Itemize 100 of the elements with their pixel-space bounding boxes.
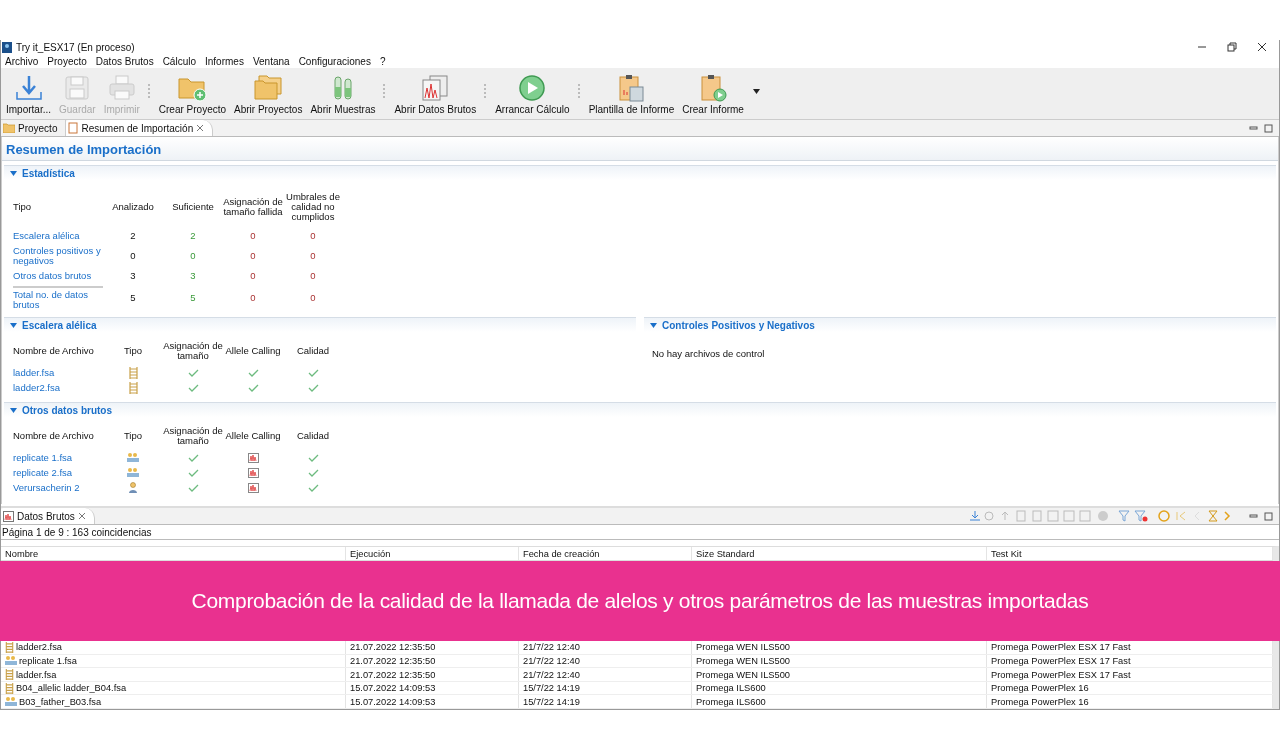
count-cell-text: 0: [310, 269, 316, 284]
type-link[interactable]: Total no. de datos brutos: [13, 286, 103, 311]
empty-message: No hay archivos de control: [651, 347, 766, 362]
column-header: Analizado: [112, 202, 154, 215]
menu-item[interactable]: Archivo: [5, 55, 39, 67]
column-header[interactable]: Nombre: [1, 547, 346, 561]
count-cell-text: 0: [250, 249, 256, 264]
window-title: Try it_ESX17 (En proceso): [16, 41, 135, 53]
table-cell: 21.07.2022 12:35:50: [346, 668, 519, 681]
table-cell: 15.07.2022 14:09:53: [346, 695, 519, 708]
menu-item[interactable]: Proyecto: [47, 55, 87, 67]
column-header: Asignación de tamaño: [163, 341, 223, 364]
count-cell-text: 0: [250, 229, 256, 244]
restore-icon[interactable]: [1227, 42, 1237, 53]
toolbar-button[interactable]: Arrancar Cálculo: [492, 74, 573, 116]
maximize-view-icon[interactable]: [1264, 123, 1273, 133]
chart-documents-icon: [420, 74, 451, 103]
toolbar-button[interactable]: Abrir Datos Brutos: [391, 74, 480, 116]
column-header[interactable]: Ejecución: [346, 547, 519, 561]
count-cell-text: 0: [310, 229, 316, 244]
column-header: Calidad: [296, 346, 330, 359]
caret-icon: [10, 170, 17, 176]
people-icon: [127, 453, 139, 463]
ladder-icon: [128, 381, 138, 394]
count-cell-text: 0: [310, 291, 316, 306]
column-header: Asignación de tamaño: [163, 426, 223, 449]
editor-tab[interactable]: Resumen de Importación: [66, 120, 214, 137]
column-header: Tipo: [123, 346, 143, 359]
column-header[interactable]: Fecha de creación: [519, 547, 692, 561]
chart-icon: [247, 452, 259, 463]
column-header[interactable]: Test Kit: [987, 547, 1273, 561]
dropdown-caret-icon[interactable]: [752, 88, 760, 94]
count-cell-text: 2: [130, 229, 136, 244]
file-name: replicate 1.fsa: [19, 655, 77, 666]
section-header[interactable]: Controles Positivos y Negativos: [644, 317, 1276, 333]
ladder-icon: [5, 682, 14, 694]
menu-item[interactable]: Ventana: [252, 55, 290, 67]
ladder-icon: [128, 366, 138, 379]
table-cell: 15/7/22 14:19: [519, 695, 692, 708]
type-link[interactable]: Otros datos brutos: [13, 271, 92, 282]
check-icon: [307, 453, 319, 462]
file-link[interactable]: replicate 2.fsa: [13, 467, 73, 479]
folder-icon: [3, 123, 15, 134]
table-cell: Promega PowerPlex 16: [987, 695, 1273, 708]
file-link[interactable]: ladder.fsa: [13, 367, 55, 379]
toolbar-button[interactable]: Importar...: [3, 74, 54, 116]
toolbar-button[interactable]: Crear Informe: [679, 74, 747, 116]
column-header[interactable]: Size Standard: [692, 547, 987, 561]
table-cell: Promega WEN ILS500: [692, 654, 987, 668]
table-cell: Promega PowerPlex ESX 17 Fast: [987, 641, 1273, 654]
file-link[interactable]: ladder2.fsa: [13, 382, 60, 394]
menu-item[interactable]: Configuraciones: [298, 55, 371, 67]
toolbar-button[interactable]: Abrir Proyectos: [231, 74, 306, 116]
file-name: ladder.fsa: [16, 669, 57, 680]
count-cell-text: 3: [190, 269, 196, 284]
column-header: Nombre de Archivo: [13, 346, 95, 359]
menu-item[interactable]: Informes: [205, 55, 244, 67]
toolbar-button[interactable]: Plantilla de Informe: [585, 74, 678, 116]
check-icon: [247, 383, 259, 392]
count-cell-text: 3: [130, 269, 136, 284]
type-link[interactable]: Controles positivos y negativos: [13, 246, 103, 267]
maximize-view-icon[interactable]: [1264, 511, 1273, 521]
table-cell: Promega WEN ILS500: [692, 668, 987, 681]
chart-icon: [247, 482, 259, 493]
toolbar-button[interactable]: Crear Proyecto: [155, 74, 230, 116]
toolbar-button[interactable]: Abrir Muestras: [307, 74, 379, 116]
file-name: B04_allelic ladder_B04.fsa: [16, 683, 127, 694]
table-cell: 15.07.2022 14:09:53: [346, 681, 519, 695]
count-cell-text: 0: [130, 249, 136, 264]
editor-tab[interactable]: Proyecto: [1, 120, 67, 137]
count-cell-text: 0: [310, 249, 316, 264]
file-link[interactable]: replicate 1.fsa: [13, 452, 73, 464]
file-name: B03_father_B03.fsa: [19, 696, 102, 707]
table-cell: Promega ILS600: [692, 681, 987, 695]
view-tab[interactable]: Datos Brutos: [1, 508, 95, 525]
table-cell: 21.07.2022 12:35:50: [346, 641, 519, 654]
people-icon: [5, 697, 17, 707]
menu-item[interactable]: Cálculo: [162, 55, 196, 67]
play-icon: [517, 74, 548, 103]
minimize-view-icon[interactable]: [1249, 511, 1258, 521]
menu-item[interactable]: ?: [379, 55, 386, 67]
people-icon: [127, 468, 139, 478]
table-cell: Promega ILS600: [692, 695, 987, 708]
check-icon: [187, 368, 199, 377]
minimize-view-icon[interactable]: [1249, 123, 1258, 133]
folders-icon: [253, 74, 284, 103]
column-header: Nombre de Archivo: [13, 431, 95, 444]
column-header: Umbrales de calidad no cumplidos: [285, 192, 341, 225]
clipboard-calculator-icon: [616, 74, 647, 103]
file-link[interactable]: Verursacherin 2: [13, 482, 80, 494]
column-header: Allele Calling: [225, 431, 281, 444]
check-icon: [307, 383, 319, 392]
column-header: Allele Calling: [225, 346, 281, 359]
section-header[interactable]: Otros datos brutos: [4, 402, 1276, 418]
type-link[interactable]: Escalera alélica: [13, 231, 80, 242]
close-icon[interactable]: [1257, 42, 1267, 53]
menu-item[interactable]: Datos Brutos: [95, 55, 154, 67]
caret-icon: [10, 322, 17, 328]
table-cell: 15/7/22 14:19: [519, 681, 692, 695]
table-cell: 21.07.2022 12:35:50: [346, 654, 519, 668]
